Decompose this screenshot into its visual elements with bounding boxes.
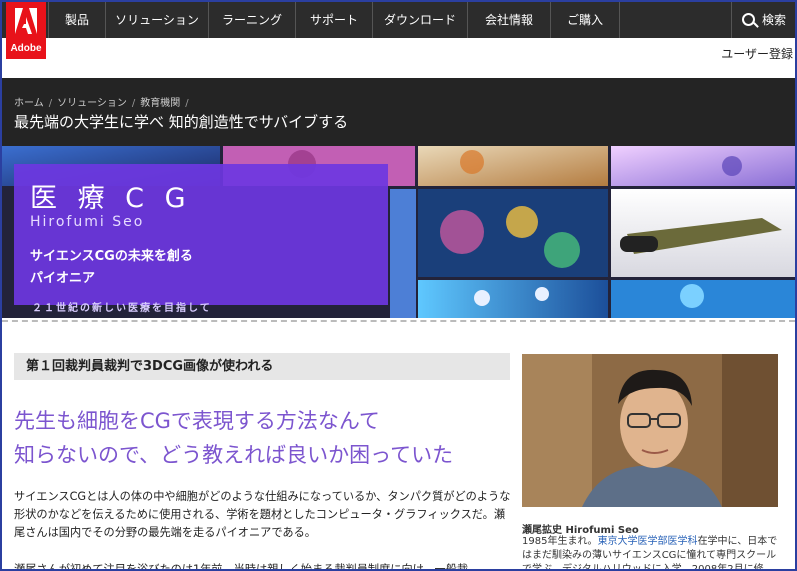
article-paragraph: 瀬尾さんが初めて注目を浴びたのは1年前、当時は親しく始まる裁判員制度に向け、一般… <box>14 563 469 571</box>
breadcrumb-separator: / <box>48 98 53 109</box>
sub-nav: ユーザー登録 <box>2 38 795 66</box>
nav-company[interactable]: 会社情報 <box>467 2 550 38</box>
page-title: 最先端の大学生に学べ 知的創造性でサバイブする <box>14 113 349 131</box>
section-divider <box>2 320 795 322</box>
section-heading: 第１回裁判員裁判で3DCG画像が使われる <box>14 353 510 380</box>
search-button[interactable]: 検索 <box>731 2 795 38</box>
browser-viewport: Adobe 製品 ソリューション ラーニング サポート ダウンロード 会社情報 … <box>0 0 797 571</box>
hero-subtitle-line1: サイエンスCGの未来を創る <box>30 249 193 264</box>
university-link[interactable]: 東京大学医学部医学科 <box>598 536 698 547</box>
hero-name-en: Hirofumi Seo <box>30 214 145 230</box>
user-register-link[interactable]: ユーザー登録 <box>721 45 793 62</box>
hero-title: 医 療 C G <box>30 183 192 214</box>
top-nav: Adobe 製品 ソリューション ラーニング サポート ダウンロード 会社情報 … <box>2 2 795 59</box>
profile-name: 瀬尾拡史 Hirofumi Seo <box>522 525 639 536</box>
portrait-image <box>522 354 778 507</box>
nav-products[interactable]: 製品 <box>48 2 105 38</box>
breadcrumb-separator: / <box>131 98 136 109</box>
profile-photo <box>522 354 778 507</box>
nav-purchase[interactable]: ご購入 <box>550 2 620 38</box>
search-icon <box>742 13 755 26</box>
hero-subtitle: サイエンスCGの未来を創る パイオニア <box>30 246 330 290</box>
hero-subtitle-line2: パイオニア <box>30 271 96 286</box>
nav-support[interactable]: サポート <box>295 2 372 38</box>
hero-title-panel: 医 療 C G Hirofumi Seo サイエンスCGの未来を創る パイオニア <box>14 164 388 305</box>
page-header: ホーム / ソリューション / 教育機関 / 最先端の大学生に学べ 知的創造性でサバイブす… <box>2 78 795 146</box>
adobe-logo[interactable]: Adobe <box>6 2 46 59</box>
breadcrumb-home[interactable]: ホーム <box>14 98 44 109</box>
hero-caption: ２１世紀の新しい医療を目指して <box>32 303 212 314</box>
nav-learning[interactable]: ラーニング <box>208 2 295 38</box>
article-paragraph: サイエンスCGとは人の体の中や細胞がどのような仕組みになっているか、タンパク質が… <box>14 490 511 539</box>
adobe-logo-text: Adobe <box>10 43 42 54</box>
breadcrumb-education[interactable]: 教育機関 <box>140 98 180 109</box>
bio-prefix: 1985年生まれ。 <box>522 536 598 547</box>
hero-banner: 医 療 C G Hirofumi Seo サイエンスCGの未来を創る パイオニア… <box>2 146 795 318</box>
breadcrumb-separator: / <box>185 98 189 109</box>
headline-line1: 先生も細胞をCGで表現する方法なんて <box>14 409 380 433</box>
adobe-logo-icon <box>15 8 37 34</box>
nav-solutions[interactable]: ソリューション <box>105 2 208 38</box>
profile-bio: 1985年生まれ。東京大学医学部医学科在学中に、日本ではまだ馴染みの薄いサイエン… <box>522 535 782 569</box>
breadcrumb-solutions[interactable]: ソリューション <box>57 98 127 109</box>
search-label: 検索 <box>762 13 787 27</box>
headline-line2: 知らないので、どう教えれば良いか困っていた <box>14 443 454 467</box>
nav-download[interactable]: ダウンロード <box>372 2 467 38</box>
breadcrumb: ホーム / ソリューション / 教育機関 / <box>14 94 194 109</box>
article-headline: 先生も細胞をCGで表現する方法なんて 知らないので、どう教えれば良いか困っていた <box>14 404 514 472</box>
